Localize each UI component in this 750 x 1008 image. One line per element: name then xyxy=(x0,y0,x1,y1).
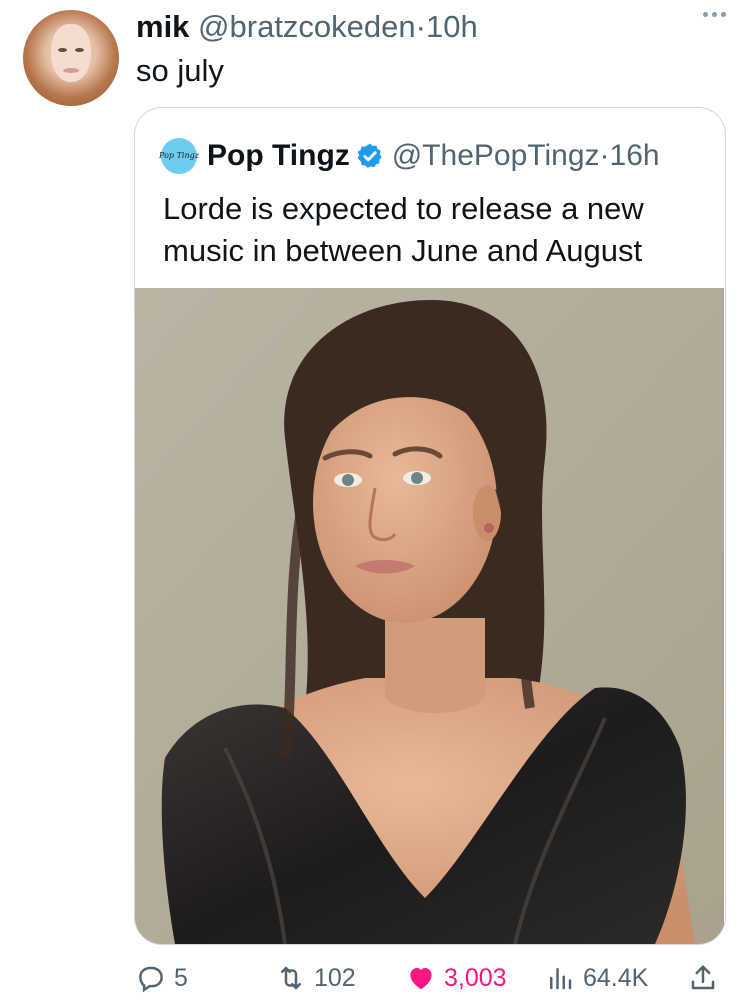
author-handle[interactable]: @bratzcokeden xyxy=(198,9,416,44)
author-name[interactable]: mik xyxy=(136,9,189,44)
tweet-actions: 5 102 3,003 64.4K xyxy=(0,958,750,998)
quoted-tweet-text: Lorde is expected to release a new music… xyxy=(163,191,644,268)
quoted-tweet-header: Pop Tingz Pop Tingz @ThePopTingz · 16h xyxy=(159,138,660,174)
separator-dot: · xyxy=(415,9,426,44)
avatar[interactable] xyxy=(23,10,119,106)
retweet-button[interactable]: 102 xyxy=(276,958,356,998)
avatar-eye-right xyxy=(75,48,84,52)
avatar-face xyxy=(51,24,91,82)
reply-button[interactable]: 5 xyxy=(136,958,188,998)
views-icon xyxy=(550,968,572,990)
quoted-tweet-photo[interactable] xyxy=(135,288,724,944)
views-button[interactable]: 64.4K xyxy=(545,958,648,998)
quoted-author-name[interactable]: Pop Tingz xyxy=(207,139,350,173)
retweet-icon xyxy=(281,966,301,990)
timestamp[interactable]: 10h xyxy=(426,9,478,44)
quoted-avatar[interactable]: Pop Tingz xyxy=(159,138,199,174)
like-button[interactable]: 3,003 xyxy=(406,958,507,998)
reply-icon xyxy=(139,966,163,993)
heart-icon xyxy=(410,968,432,990)
like-count: 3,003 xyxy=(444,963,507,992)
retweet-count: 102 xyxy=(314,963,356,992)
avatar-lips xyxy=(63,68,79,73)
tweet-header: mik @bratzcokeden·10h xyxy=(136,8,478,46)
quoted-tweet-card[interactable]: Pop Tingz Pop Tingz @ThePopTingz · 16h Lor… xyxy=(134,107,726,945)
quoted-separator-dot: · xyxy=(599,139,610,172)
share-icon xyxy=(691,965,715,990)
tweet-text: so july xyxy=(136,53,224,88)
portrait-illustration xyxy=(135,288,724,944)
reply-count: 5 xyxy=(174,963,188,992)
view-count: 64.4K xyxy=(583,963,649,992)
more-options-icon[interactable] xyxy=(703,12,726,17)
quoted-timestamp[interactable]: 16h xyxy=(610,139,660,173)
quoted-author-handle[interactable]: @ThePopTingz xyxy=(392,139,600,173)
share-button[interactable] xyxy=(688,958,726,998)
verified-badge-icon xyxy=(357,143,382,168)
avatar-eye-left xyxy=(58,48,67,52)
